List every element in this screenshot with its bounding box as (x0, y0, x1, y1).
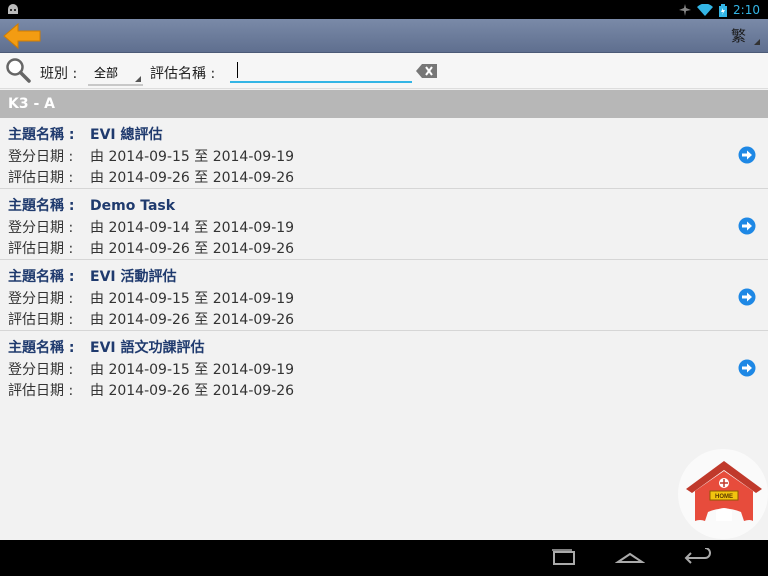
topic-label: 主題名稱 : (8, 269, 75, 285)
topic-label: 主題名稱 : (8, 340, 75, 356)
topic-label: 主題名稱 : (8, 198, 75, 214)
assessment-name-input[interactable] (230, 59, 412, 83)
class-label: 班別 : (40, 66, 78, 82)
recent-apps-icon[interactable] (549, 548, 579, 568)
back-nav-icon[interactable] (683, 548, 713, 568)
home-nav-icon[interactable] (615, 548, 645, 568)
register-date-range: 由 2014-09-15 至 2014-09-19 (90, 291, 295, 307)
class-select[interactable]: 全部 (88, 58, 143, 86)
battery-icon (719, 3, 728, 17)
language-toggle-button[interactable]: 繁 (730, 25, 760, 46)
eval-date-label: 評估日期 : (8, 383, 74, 399)
search-icon (6, 58, 31, 83)
arrow-right-icon[interactable] (738, 359, 756, 377)
arrow-right-icon[interactable] (738, 288, 756, 306)
back-arrow-icon[interactable] (2, 22, 42, 50)
android-notification-icon (8, 4, 18, 14)
topic-name: Demo Task (90, 198, 176, 214)
wifi-icon (697, 4, 714, 16)
home-label: HOME (715, 494, 733, 500)
airplane-icon (679, 4, 692, 16)
clock: 2:10 (733, 3, 760, 17)
register-date-label: 登分日期 : (8, 291, 74, 307)
assessment-list: 主題名稱 : EVI 總評估 登分日期 : 由 2014-09-15 至 2014-… (0, 118, 768, 402)
register-date-label: 登分日期 : (8, 362, 74, 378)
class-group-title: K3 - A (8, 96, 55, 112)
spinner-triangle-icon (135, 76, 141, 82)
topic-name: EVI 語文功課評估 (90, 340, 205, 356)
home-button[interactable]: HOME (678, 449, 768, 539)
system-navigation-bar (0, 540, 768, 576)
register-date-range: 由 2014-09-15 至 2014-09-19 (90, 362, 295, 378)
eval-date-label: 評估日期 : (8, 241, 74, 257)
list-item[interactable]: 主題名稱 : Demo Task 登分日期 : 由 2014-09-14 至 201… (0, 189, 768, 260)
class-group-header: K3 - A (0, 90, 768, 118)
register-date-label: 登分日期 : (8, 220, 74, 236)
text-cursor (237, 62, 238, 78)
eval-date-label: 評估日期 : (8, 170, 74, 186)
filter-bar: 班別 : 全部 評估名稱 : (0, 53, 768, 89)
clear-text-icon[interactable] (416, 63, 438, 79)
main-content: 班別 : 全部 評估名稱 : K3 - A 主題名稱 : EVI 總評估 登分日期… (0, 53, 768, 540)
language-label: 繁 (730, 27, 746, 45)
register-date-range: 由 2014-09-15 至 2014-09-19 (90, 149, 295, 165)
arrow-right-icon[interactable] (738, 217, 756, 235)
eval-date-range: 由 2014-09-26 至 2014-09-26 (90, 170, 295, 186)
eval-date-range: 由 2014-09-26 至 2014-09-26 (90, 312, 295, 328)
arrow-right-icon[interactable] (738, 146, 756, 164)
topic-name: EVI 活動評估 (90, 269, 177, 285)
topic-name: EVI 總評估 (90, 127, 163, 143)
eval-date-range: 由 2014-09-26 至 2014-09-26 (90, 383, 295, 399)
eval-date-label: 評估日期 : (8, 312, 74, 328)
register-date-range: 由 2014-09-14 至 2014-09-19 (90, 220, 295, 236)
eval-date-range: 由 2014-09-26 至 2014-09-26 (90, 241, 295, 257)
class-select-value: 全部 (94, 66, 119, 80)
status-bar: 2:10 (0, 0, 768, 19)
dropdown-corner-icon (754, 39, 760, 45)
list-item[interactable]: 主題名稱 : EVI 語文功課評估 登分日期 : 由 2014-09-15 至 20… (0, 331, 768, 402)
action-bar: 繁 (0, 19, 768, 53)
list-item[interactable]: 主題名稱 : EVI 總評估 登分日期 : 由 2014-09-15 至 2014-… (0, 118, 768, 189)
topic-label: 主題名稱 : (8, 127, 75, 143)
register-date-label: 登分日期 : (8, 149, 74, 165)
assessment-name-label: 評估名稱 : (150, 66, 216, 82)
list-item[interactable]: 主題名稱 : EVI 活動評估 登分日期 : 由 2014-09-15 至 2014… (0, 260, 768, 331)
